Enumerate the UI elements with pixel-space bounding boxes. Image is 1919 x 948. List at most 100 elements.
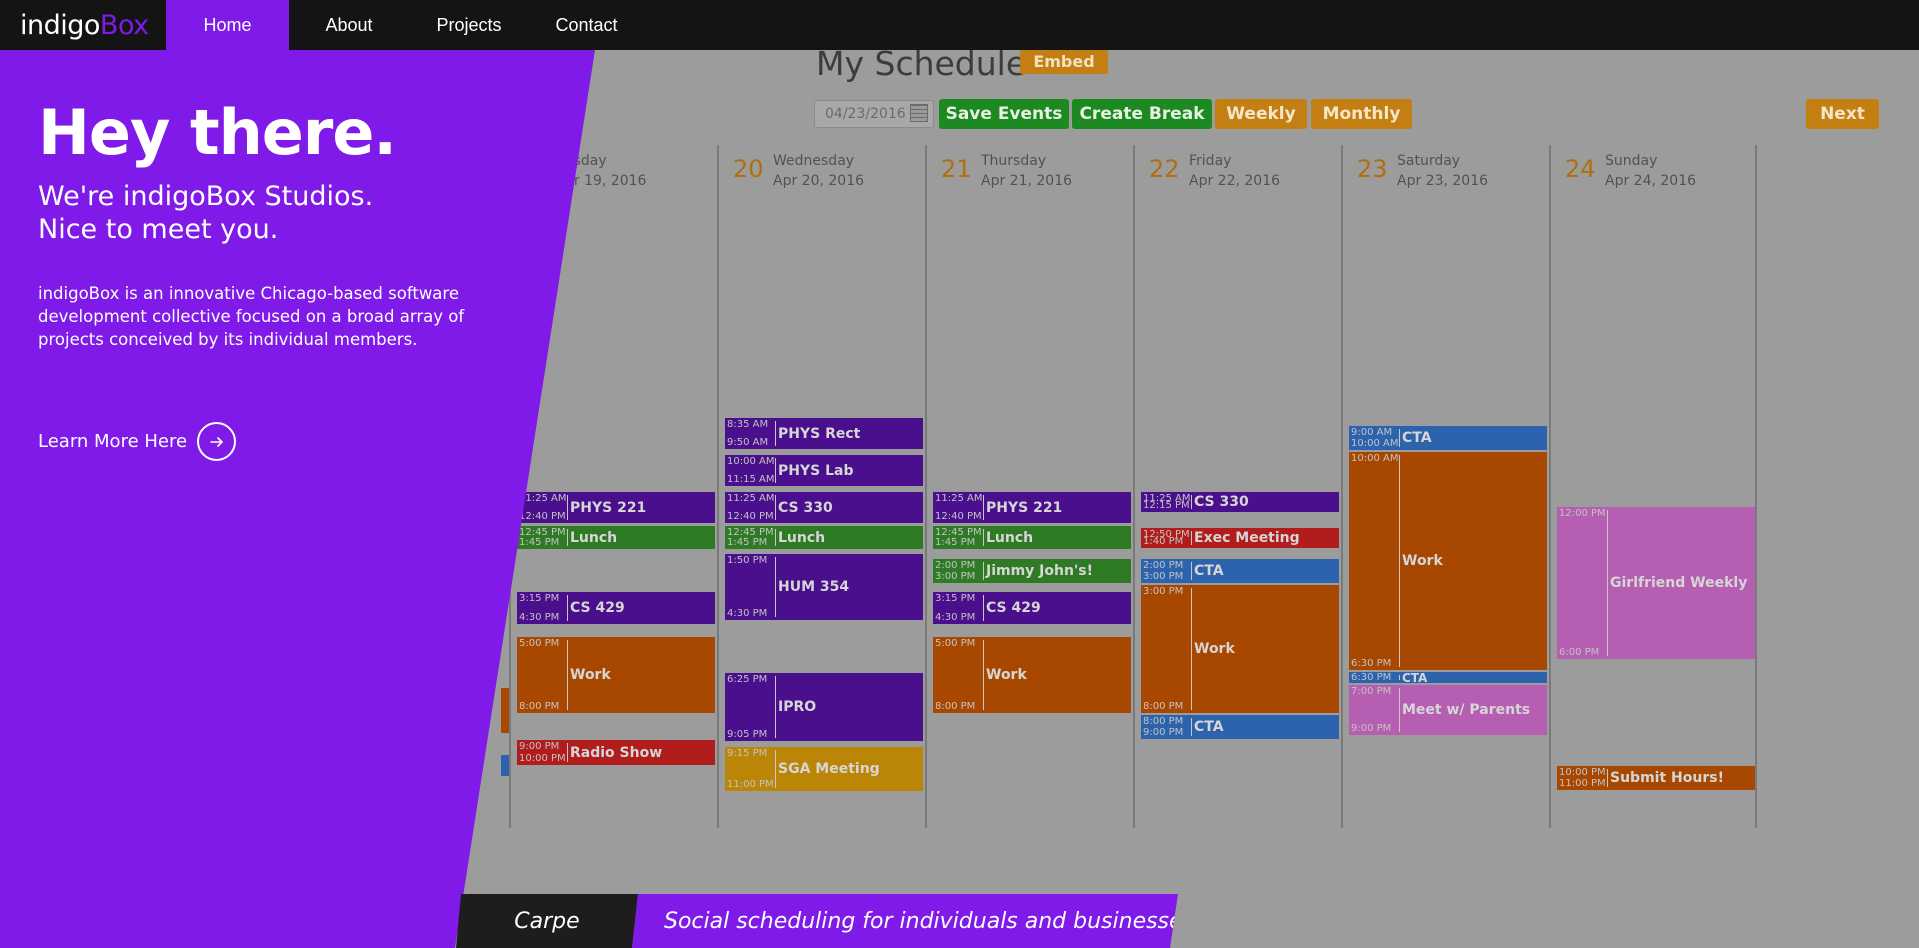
event-end: 4:30 PM [727,608,768,619]
event-divider [1191,718,1192,736]
event-divider [1191,562,1192,580]
event-block: 12:45 PM 1:45 PM Lunch [933,526,1131,549]
top-nav: indigo Box Home About Projects Contact [0,0,1919,50]
event-divider [775,495,776,520]
day-number: 24 [1565,155,1596,183]
event-name: CS 429 [570,600,625,616]
nav-home[interactable]: Home [166,0,289,50]
event-divider [983,640,984,710]
schedule-title: My Schedule [816,50,1027,83]
event-name: CS 429 [986,600,1041,616]
event-start: 9:00 AM [1351,427,1393,438]
event-block: 12:45 PM 1:45 PM Lunch [517,526,715,549]
day-date: pr 19, 2016 [565,173,647,189]
logo[interactable]: indigo Box [0,0,166,50]
event-end: 1:45 PM [935,537,976,548]
event-block: 2:00 PM 3:00 PM CTA [1141,559,1339,583]
event-block: 2:00 PM 3:00 PM Jimmy John's! [933,559,1131,583]
event-divider [1607,769,1608,787]
event-end: 8:00 PM [1143,701,1184,712]
event-start: 6:30 PM [1351,672,1392,683]
event-name: Jimmy John's! [986,563,1093,579]
event-divider [775,529,776,546]
event-divider [1399,455,1400,667]
nav-contact[interactable]: Contact [529,0,644,50]
hero-heading: Hey there. [38,96,397,169]
event-end: 9:00 PM [1143,727,1184,738]
event-divider [1399,675,1400,680]
day-column-wed: 20 Wednesday Apr 20, 2016 8:35 AM 9:50 AM… [717,145,925,828]
event-divider [983,495,984,520]
event-start: 11:25 AM [935,493,983,504]
project-name-tab[interactable]: Carpe [456,894,638,948]
nav-projects[interactable]: Projects [409,0,529,50]
event-end: 1:45 PM [519,537,560,548]
event-divider [567,595,568,621]
day-name: Sunday [1605,153,1658,169]
event-name: SGA Meeting [778,761,880,777]
event-end: 12:40 PM [935,511,982,522]
event-name: PHYS 221 [570,499,647,516]
day-name: Thursday [981,153,1047,169]
next-button: Next [1806,99,1879,129]
event-name: IPRO [778,699,817,715]
day-name: Wednesday [773,153,855,169]
event-divider [1191,588,1192,710]
arrow-right-circle-icon[interactable] [197,422,237,461]
event-block: 10:00 AM 11:15 AM PHYS Lab [725,455,923,486]
event-name: Submit Hours! [1610,770,1724,786]
event-name: CTA [1194,563,1224,579]
event-start: 10:00 AM [1351,453,1399,464]
project-tagline-tab[interactable]: Social scheduling for individuals and bu… [632,894,1178,948]
hero-description: indigoBox is an innovative Chicago-based… [38,284,465,349]
event-start: 2:00 PM [1143,560,1184,571]
event-end: 3:00 PM [935,571,976,582]
day-column-sat: 23 Saturday Apr 23, 2016 9:00 AM 10:00 AM… [1341,145,1549,828]
event-divider [775,676,776,738]
event-block: 6:25 PM 9:05 PM IPRO [725,673,923,741]
event-block: 11:25 AM 12:40 PM CS 330 [725,492,923,523]
event-end: 11:00 PM [727,779,774,790]
event-block: 8:00 PM 9:00 PM CTA [1141,715,1339,739]
event-start: 5:00 PM [935,638,976,649]
event-block: 11:25 AM 12:15 PM CS 330 [1141,492,1339,512]
day-date: Apr 23, 2016 [1397,173,1489,189]
event-block: 5:00 PM 8:00 PM Work [517,637,715,713]
event-divider [1399,688,1400,732]
event-block: 11:25 AM 12:40 PM PHYS 221 [933,492,1131,523]
event-end: 8:00 PM [519,701,560,712]
event-block: 3:15 PM 4:30 PM CS 429 [933,592,1131,624]
event-end: 10:00 PM [519,753,566,764]
event-start: 3:15 PM [935,593,976,604]
event-divider [567,495,568,520]
nav-about[interactable]: About [289,0,409,50]
hero-subheading: We're indigoBox Studios. Nice to meet yo… [38,180,373,246]
event-block: 10:00 PM 11:00 PM Submit Hours! [1557,766,1755,790]
learn-more-link[interactable]: Learn More Here [38,422,237,461]
event-block: 12:45 PM 1:45 PM Lunch [725,526,923,549]
event-start: 7:00 PM [1351,686,1392,697]
event-end: 9:00 PM [1351,723,1392,734]
event-end: 9:50 AM [727,437,769,448]
event-name: Lunch [986,529,1034,546]
event-end: 1:40 PM [1143,536,1184,547]
create-break-button: Create Break [1072,99,1212,129]
event-divider [775,750,776,788]
event-divider [983,595,984,621]
event-start: 6:25 PM [727,674,768,685]
event-start: 10:00 AM [727,456,775,467]
event-start: 10:00 PM [1559,767,1606,778]
calendar-icon [910,104,928,122]
event-divider [1607,510,1608,656]
event-start: 5:00 PM [519,638,560,649]
event-block: 9:00 AM 10:00 AM CTA [1349,426,1547,450]
embed-button: Embed [1020,50,1108,74]
event-block: 1:50 PM 4:30 PM HUM 354 [725,554,923,620]
event-end: 1:45 PM [727,537,768,548]
event-name: Radio Show [570,744,663,761]
event-end: 9:05 PM [727,729,768,740]
event-name: Exec Meeting [1194,530,1300,546]
event-block: 5:00 PM 8:00 PM Work [933,637,1131,713]
event-name: Meet w/ Parents [1402,702,1531,718]
event-start: 11:25 AM [519,493,567,504]
